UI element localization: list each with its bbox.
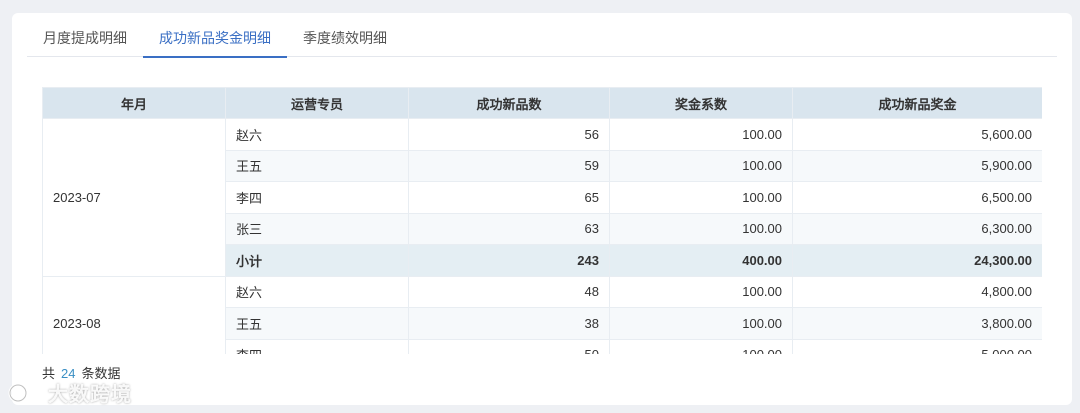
operator-cell: 李四 <box>225 181 409 214</box>
watermark: 大数跨境 <box>8 378 132 407</box>
coefficient-cell: 100.00 <box>609 181 793 214</box>
coefficient-cell: 100.00 <box>609 212 793 245</box>
operator-cell: 赵六 <box>225 118 409 151</box>
content-card: 月度提成明细 成功新品奖金明细 季度绩效明细 年月 运营专员 成功新品数 奖金系… <box>12 13 1072 405</box>
coefficient-cell: 100.00 <box>609 149 793 182</box>
subtotal-count: 243 <box>408 244 610 277</box>
count-cell: 48 <box>408 275 610 308</box>
table-header-row: 年月 运营专员 成功新品数 奖金系数 成功新品奖金 <box>42 87 1042 119</box>
watermark-text: 大数跨境 <box>48 384 132 406</box>
coefficient-cell: 100.00 <box>609 275 793 308</box>
operator-cell: 王五 <box>225 149 409 182</box>
operator-cell: 李四 <box>225 338 409 354</box>
month-cell: 2023-08 <box>42 275 226 354</box>
count-cell: 63 <box>408 212 610 245</box>
coefficient-cell: 100.00 <box>609 118 793 151</box>
month-cell: 2023-07 <box>42 118 226 277</box>
bonus-cell: 6,500.00 <box>792 181 1042 214</box>
subtotal-bonus: 24,300.00 <box>792 244 1042 277</box>
coefficient-cell: 100.00 <box>609 338 793 354</box>
bonus-cell: 5,900.00 <box>792 149 1042 182</box>
tab-quarterly-performance[interactable]: 季度绩效明细 <box>287 13 403 57</box>
tab-bar: 月度提成明细 成功新品奖金明细 季度绩效明细 <box>27 13 1057 58</box>
subtotal-label: 小计 <box>225 244 409 277</box>
count-cell: 65 <box>408 181 610 214</box>
count-cell: 56 <box>408 118 610 151</box>
header-operator: 运营专员 <box>225 87 409 119</box>
header-bonus-amount: 成功新品奖金 <box>792 87 1042 119</box>
bonus-table: 年月 运营专员 成功新品数 奖金系数 成功新品奖金 2023-07 赵六 56 … <box>42 87 1042 354</box>
operator-cell: 张三 <box>225 212 409 245</box>
coefficient-cell: 100.00 <box>609 307 793 340</box>
count-cell: 50 <box>408 338 610 354</box>
operator-cell: 赵六 <box>225 275 409 308</box>
count-cell: 38 <box>408 307 610 340</box>
count-cell: 59 <box>408 149 610 182</box>
subtotal-coefficient: 400.00 <box>609 244 793 277</box>
header-new-product-count: 成功新品数 <box>408 87 610 119</box>
watermark-logo-icon <box>8 383 42 402</box>
bonus-cell: 5,600.00 <box>792 118 1042 151</box>
tab-new-product-bonus[interactable]: 成功新品奖金明细 <box>143 13 287 58</box>
header-bonus-coefficient: 奖金系数 <box>609 87 793 119</box>
operator-cell: 王五 <box>225 307 409 340</box>
bonus-cell: 4,800.00 <box>792 275 1042 308</box>
bonus-table-container[interactable]: 年月 运营专员 成功新品数 奖金系数 成功新品奖金 2023-07 赵六 56 … <box>42 87 1042 354</box>
table-row: 2023-08 赵六 48 100.00 4,800.00 <box>42 275 1042 354</box>
table-row: 2023-07 赵六 56 100.00 5,600.00 <box>42 118 1042 277</box>
bonus-cell: 6,300.00 <box>792 212 1042 245</box>
header-year-month: 年月 <box>42 87 226 119</box>
bonus-cell: 5,000.00 <box>792 338 1042 354</box>
bonus-cell: 3,800.00 <box>792 307 1042 340</box>
tab-monthly-commission[interactable]: 月度提成明细 <box>27 13 143 57</box>
